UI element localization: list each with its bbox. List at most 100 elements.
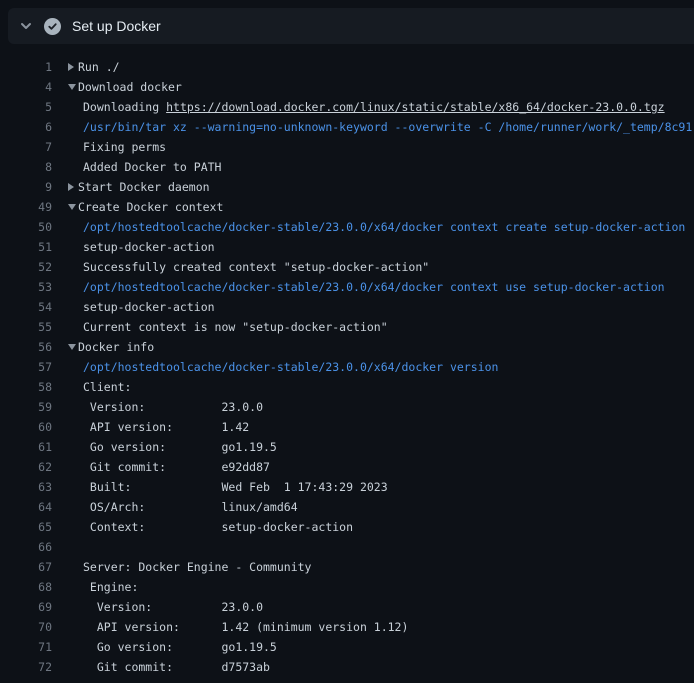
group-expanded-icon[interactable]: [68, 204, 78, 210]
chevron-down-icon[interactable]: [18, 18, 34, 34]
triangle-icon: [68, 344, 76, 350]
line-number[interactable]: 52: [0, 257, 52, 277]
group-label[interactable]: Create Docker context: [78, 197, 223, 217]
group-collapsed-icon[interactable]: [68, 183, 78, 191]
log-line: 8 Added Docker to PATH: [0, 157, 694, 177]
line-number[interactable]: 68: [0, 577, 52, 597]
group-expanded-icon[interactable]: [68, 344, 78, 350]
log-text: Version: 23.0.0: [83, 397, 263, 417]
log-line[interactable]: 4 Download docker: [0, 77, 694, 97]
log-line: 70 API version: 1.42 (minimum version 1.…: [0, 617, 694, 637]
line-number[interactable]: 54: [0, 297, 52, 317]
log-line: 55 Current context is now "setup-docker-a…: [0, 317, 694, 337]
line-number[interactable]: 70: [0, 617, 52, 637]
line-number[interactable]: 1: [0, 57, 52, 77]
line-number[interactable]: 4: [0, 77, 52, 97]
step-title: Set up Docker: [72, 18, 161, 34]
line-number[interactable]: 65: [0, 517, 52, 537]
line-number[interactable]: 57: [0, 357, 52, 377]
group-expanded-icon[interactable]: [68, 84, 78, 90]
log-line: 66: [0, 537, 694, 557]
line-number[interactable]: 9: [0, 177, 52, 197]
log-line: 50/opt/hostedtoolcache/docker-stable/23.…: [0, 217, 694, 237]
log-line: 62 Git commit: e92dd87: [0, 457, 694, 477]
group-collapsed-icon[interactable]: [68, 63, 78, 71]
log-line: 52 Successfully created context "setup-do…: [0, 257, 694, 277]
log-text: Go version: go1.19.5: [83, 637, 277, 657]
log-line: 60 API version: 1.42: [0, 417, 694, 437]
log-line: 68 Engine:: [0, 577, 694, 597]
log-text: Successfully created context "setup-dock…: [83, 257, 429, 277]
line-number[interactable]: 58: [0, 377, 52, 397]
log-text: Version: 23.0.0: [83, 597, 263, 617]
log-text: Git commit: d7573ab: [83, 657, 270, 677]
step-header[interactable]: Set up Docker: [8, 8, 694, 44]
log-text: Go version: go1.19.5: [83, 437, 277, 457]
log-line: 71 Go version: go1.19.5: [0, 637, 694, 657]
line-number[interactable]: 6: [0, 117, 52, 137]
line-number[interactable]: 56: [0, 337, 52, 357]
log-text: setup-docker-action: [83, 237, 215, 257]
line-number[interactable]: 53: [0, 277, 52, 297]
log-text: API version: 1.42: [83, 417, 249, 437]
log-text: Engine:: [83, 577, 138, 597]
log-text: Built: Wed Feb 1 17:43:29 2023: [83, 477, 388, 497]
line-number[interactable]: 71: [0, 637, 52, 657]
line-number[interactable]: 5: [0, 97, 52, 117]
log-text: OS/Arch: linux/amd64: [83, 497, 298, 517]
line-number[interactable]: 55: [0, 317, 52, 337]
line-number[interactable]: 69: [0, 597, 52, 617]
log-line: 65 Context: setup-docker-action: [0, 517, 694, 537]
log-text: setup-docker-action: [83, 297, 215, 317]
line-number[interactable]: 59: [0, 397, 52, 417]
log-line: 72 Git commit: d7573ab: [0, 657, 694, 677]
line-number[interactable]: 8: [0, 157, 52, 177]
log-line: 7 Fixing perms: [0, 137, 694, 157]
line-number[interactable]: 72: [0, 657, 52, 677]
line-number[interactable]: 63: [0, 477, 52, 497]
log-line[interactable]: 1 Run ./: [0, 57, 694, 77]
log-line: 57/opt/hostedtoolcache/docker-stable/23.…: [0, 357, 694, 377]
log-line: 64 OS/Arch: linux/amd64: [0, 497, 694, 517]
log-text: API version: 1.42 (minimum version 1.12): [83, 617, 408, 637]
line-number[interactable]: 51: [0, 237, 52, 257]
triangle-icon: [68, 84, 76, 90]
line-number[interactable]: 64: [0, 497, 52, 517]
log-text: Context: setup-docker-action: [83, 517, 353, 537]
log-text-prefix: Downloading: [83, 100, 166, 114]
log-text: Downloading https://download.docker.com/…: [83, 97, 665, 117]
log-command-text: /usr/bin/tar xz --warning=no-unknown-key…: [83, 117, 692, 137]
log-line[interactable]: 56 Docker info: [0, 337, 694, 357]
line-number[interactable]: 50: [0, 217, 52, 237]
log-text: Git commit: e92dd87: [83, 457, 270, 477]
log-area: 1 Run ./ 4 Download docker 5 Downloading http…: [0, 44, 694, 677]
group-label[interactable]: Docker info: [78, 337, 154, 357]
line-number[interactable]: 49: [0, 197, 52, 217]
log-text: Added Docker to PATH: [83, 157, 221, 177]
line-number[interactable]: 7: [0, 137, 52, 157]
line-number[interactable]: 61: [0, 437, 52, 457]
log-line: 58 Client:: [0, 377, 694, 397]
log-line[interactable]: 49 Create Docker context: [0, 197, 694, 217]
log-line: 61 Go version: go1.19.5: [0, 437, 694, 457]
group-label[interactable]: Download docker: [78, 77, 182, 97]
log-url-link[interactable]: https://download.docker.com/linux/static…: [166, 100, 665, 114]
line-number[interactable]: 62: [0, 457, 52, 477]
log-text: Client:: [83, 377, 131, 397]
line-number[interactable]: 67: [0, 557, 52, 577]
log-line: 6/usr/bin/tar xz --warning=no-unknown-ke…: [0, 117, 694, 137]
group-label[interactable]: Start Docker daemon: [78, 177, 210, 197]
log-line: 51 setup-docker-action: [0, 237, 694, 257]
log-line[interactable]: 9 Start Docker daemon: [0, 177, 694, 197]
group-label[interactable]: Run ./: [78, 57, 120, 77]
log-text: Fixing perms: [83, 137, 166, 157]
triangle-icon: [68, 204, 76, 210]
log-text: Current context is now "setup-docker-act…: [83, 317, 388, 337]
log-command-text: /opt/hostedtoolcache/docker-stable/23.0.…: [83, 277, 665, 297]
log-line: 53/opt/hostedtoolcache/docker-stable/23.…: [0, 277, 694, 297]
triangle-icon: [68, 183, 74, 191]
log-text: Server: Docker Engine - Community: [83, 557, 311, 577]
line-number[interactable]: 66: [0, 537, 52, 557]
line-number[interactable]: 60: [0, 417, 52, 437]
log-line: 69 Version: 23.0.0: [0, 597, 694, 617]
